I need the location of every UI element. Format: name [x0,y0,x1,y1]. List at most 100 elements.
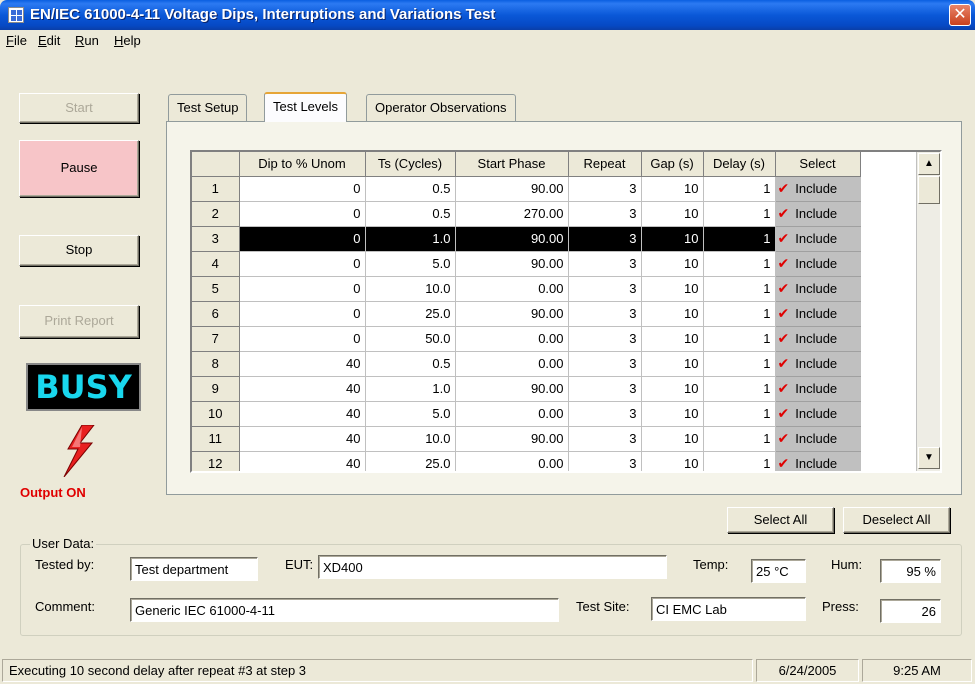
cell-gap[interactable]: 10 [641,401,704,427]
table-row[interactable]: 6 0 25.0 90.00 3 10 1 ✔ Include [192,301,861,327]
cell-repeat[interactable]: 3 [568,351,642,377]
scroll-thumb[interactable] [918,176,940,204]
cell-select[interactable]: ✔ Include [775,351,861,377]
row-number[interactable]: 8 [192,351,240,377]
row-number[interactable]: 2 [192,201,240,227]
cell-start-phase[interactable]: 90.00 [455,301,569,327]
checkmark-icon[interactable]: ✔ [778,455,790,471]
cell-gap[interactable]: 10 [641,251,704,277]
checkmark-icon[interactable]: ✔ [778,255,790,271]
cell-delay[interactable]: 1 [703,276,776,302]
cell-repeat[interactable]: 3 [568,226,642,252]
cell-select[interactable]: ✔ Include [775,451,861,471]
table-row[interactable]: 3 0 1.0 90.00 3 10 1 ✔ Include [192,226,861,252]
column-header[interactable]: Repeat [568,152,642,177]
cell-delay[interactable]: 1 [703,451,776,471]
cell-dip[interactable]: 0 [239,201,366,227]
grid-scrollbar[interactable]: ▲ ▼ [916,152,940,471]
row-number[interactable]: 11 [192,426,240,452]
checkmark-icon[interactable]: ✔ [778,305,790,321]
cell-ts[interactable]: 50.0 [365,326,456,352]
cell-dip[interactable]: 40 [239,376,366,402]
cell-select[interactable]: ✔ Include [775,401,861,427]
cell-delay[interactable]: 1 [703,251,776,277]
cell-repeat[interactable]: 3 [568,301,642,327]
cell-delay[interactable]: 1 [703,201,776,227]
cell-dip[interactable]: 0 [239,301,366,327]
table-row[interactable]: 4 0 5.0 90.00 3 10 1 ✔ Include [192,251,861,277]
cell-dip[interactable]: 40 [239,351,366,377]
cell-ts[interactable]: 25.0 [365,301,456,327]
checkmark-icon[interactable]: ✔ [778,330,790,346]
column-header[interactable]: Ts (Cycles) [365,152,456,177]
cell-delay[interactable]: 1 [703,376,776,402]
close-icon[interactable]: ✕ [949,4,971,26]
temp-field[interactable]: 25 °C [751,559,806,583]
checkmark-icon[interactable]: ✔ [778,205,790,221]
cell-dip[interactable]: 0 [239,276,366,302]
row-number[interactable]: 7 [192,326,240,352]
cell-delay[interactable]: 1 [703,326,776,352]
cell-start-phase[interactable]: 0.00 [455,451,569,471]
cell-start-phase[interactable]: 90.00 [455,176,569,202]
cell-start-phase[interactable]: 90.00 [455,426,569,452]
column-header[interactable]: Delay (s) [703,152,776,177]
cell-gap[interactable]: 10 [641,351,704,377]
eut-field[interactable]: XD400 [318,555,667,579]
cell-ts[interactable]: 0.5 [365,176,456,202]
column-header[interactable]: Dip to % Unom [239,152,366,177]
table-row[interactable]: 5 0 10.0 0.00 3 10 1 ✔ Include [192,276,861,302]
cell-delay[interactable]: 1 [703,176,776,202]
cell-delay[interactable]: 1 [703,301,776,327]
tested-by-field[interactable]: Test department [130,557,258,581]
checkmark-icon[interactable]: ✔ [778,430,790,446]
cell-start-phase[interactable]: 270.00 [455,201,569,227]
cell-select[interactable]: ✔ Include [775,226,861,252]
tab-test-setup[interactable]: Test Setup [168,94,248,121]
cell-dip[interactable]: 40 [239,451,366,471]
cell-dip[interactable]: 40 [239,426,366,452]
cell-dip[interactable]: 0 [239,176,366,202]
row-number[interactable]: 10 [192,401,240,427]
cell-repeat[interactable]: 3 [568,251,642,277]
cell-gap[interactable]: 10 [641,176,704,202]
cell-select[interactable]: ✔ Include [775,251,861,277]
checkmark-icon[interactable]: ✔ [778,180,790,196]
cell-gap[interactable]: 10 [641,376,704,402]
cell-ts[interactable]: 25.0 [365,451,456,471]
cell-gap[interactable]: 10 [641,201,704,227]
column-header[interactable]: Select [775,152,861,177]
cell-repeat[interactable]: 3 [568,376,642,402]
table-row[interactable]: 2 0 0.5 270.00 3 10 1 ✔ Include [192,201,861,227]
cell-start-phase[interactable]: 90.00 [455,376,569,402]
deselect-all-button[interactable]: Deselect All [843,507,950,533]
table-row[interactable]: 7 0 50.0 0.00 3 10 1 ✔ Include [192,326,861,352]
table-row[interactable]: 9 40 1.0 90.00 3 10 1 ✔ Include [192,376,861,402]
row-number[interactable]: 5 [192,276,240,302]
cell-delay[interactable]: 1 [703,426,776,452]
tab-test-levels[interactable]: Test Levels [264,92,348,122]
hum-field[interactable]: 95 % [880,559,941,583]
row-number[interactable]: 12 [192,451,240,471]
menu-run[interactable]: Run [75,33,99,48]
print-report-button[interactable]: Print Report [19,305,139,338]
cell-gap[interactable]: 10 [641,326,704,352]
row-number[interactable]: 9 [192,376,240,402]
cell-select[interactable]: ✔ Include [775,376,861,402]
menu-edit[interactable]: Edit [38,33,60,48]
comment-field[interactable]: Generic IEC 61000-4-11 [130,598,559,622]
cell-delay[interactable]: 1 [703,401,776,427]
cell-gap[interactable]: 10 [641,226,704,252]
checkmark-icon[interactable]: ✔ [778,355,790,371]
cell-start-phase[interactable]: 90.00 [455,251,569,277]
row-number[interactable]: 1 [192,176,240,202]
cell-repeat[interactable]: 3 [568,426,642,452]
cell-select[interactable]: ✔ Include [775,176,861,202]
cell-ts[interactable]: 5.0 [365,401,456,427]
row-number[interactable]: 4 [192,251,240,277]
tab-operator-observations[interactable]: Operator Observations [366,94,516,121]
checkmark-icon[interactable]: ✔ [778,380,790,396]
cell-delay[interactable]: 1 [703,351,776,377]
checkmark-icon[interactable]: ✔ [778,405,790,421]
checkmark-icon[interactable]: ✔ [778,280,790,296]
